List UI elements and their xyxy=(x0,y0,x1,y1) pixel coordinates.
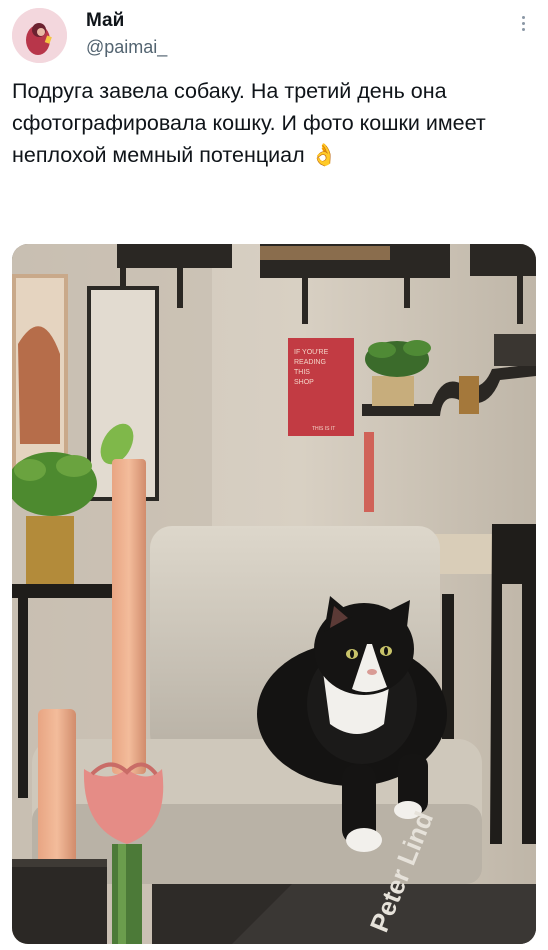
poster-line-2: READING xyxy=(294,359,326,366)
more-options-icon[interactable] xyxy=(516,16,530,36)
user-handle[interactable]: @paimai_ xyxy=(86,36,167,58)
poster-line-3: THIS xyxy=(294,369,310,376)
poster-footer: THIS IS IT xyxy=(312,426,335,432)
tweet-header: Май @paimai_ xyxy=(12,8,536,64)
tweet-body: Подруга завела собаку. На третий день он… xyxy=(12,79,486,167)
tweet-text: Подруга завела собаку. На третий день он… xyxy=(12,75,537,171)
cat-photo-illustration: IF YOU'RE READING THIS SHOP THIS IS IT P… xyxy=(12,244,536,944)
poster-line-1: IF YOU'RE xyxy=(294,349,329,356)
tweet-photo[interactable]: IF YOU'RE READING THIS SHOP THIS IS IT P… xyxy=(12,244,536,944)
avatar[interactable] xyxy=(12,8,67,63)
display-name[interactable]: Май xyxy=(86,10,167,32)
ok-hand-emoji: 👌 xyxy=(310,143,338,167)
poster-line-4: SHOP xyxy=(294,379,314,386)
